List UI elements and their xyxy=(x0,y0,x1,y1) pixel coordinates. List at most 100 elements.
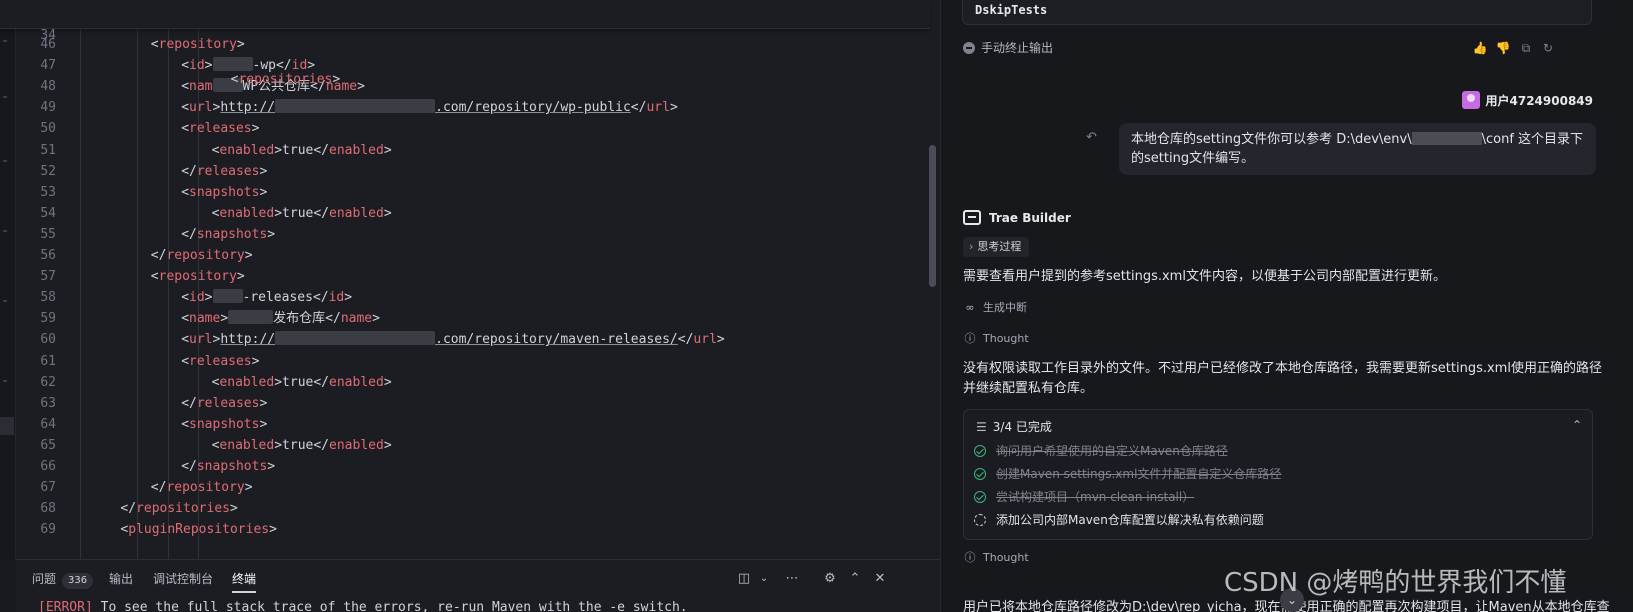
maximize-panel-icon[interactable]: ⌃ xyxy=(845,568,865,590)
code-line[interactable]: 53 <snapshots> xyxy=(0,182,930,204)
terminal-error-text: To see the full stack trace of the error… xyxy=(92,600,688,612)
line-number: 49 xyxy=(40,100,56,116)
line-number: 50 xyxy=(40,121,56,137)
user-header: 用户4724900849 xyxy=(1461,90,1593,110)
assistant-paragraph: 没有权限读取工作目录外的文件。不过用户已经修改了本地仓库路径，我需要更新sett… xyxy=(963,361,1602,396)
xml-tag-name: snapshots xyxy=(189,184,260,200)
code-line[interactable]: 50 <releases> xyxy=(0,118,930,140)
code-line[interactable]: 59 <name> 发布仓库</name> xyxy=(0,308,930,330)
settings-sliders-icon[interactable]: ⚙ xyxy=(820,568,840,590)
task-list-header[interactable]: ☰ 3/4 已完成 xyxy=(976,418,1052,435)
code-token: < xyxy=(181,121,190,137)
assistant-header: Trae Builder xyxy=(963,207,1071,227)
code-editor[interactable]: 34 <repositories> 46 <repository> 47 <id> -w… xyxy=(0,0,940,559)
code-line[interactable]: 47 <id> -wp</id> xyxy=(0,55,930,77)
code-token: -releases</ xyxy=(242,290,329,306)
thought-toggle[interactable]: ⓘ Thought xyxy=(963,330,1029,348)
code-line[interactable]: 52 </releases> xyxy=(0,161,930,183)
code-line[interactable]: 57 <repository> xyxy=(0,266,930,288)
sticky-scroll-header[interactable]: 34 <repositories> xyxy=(0,0,930,87)
code-token: < xyxy=(150,37,159,52)
code-token: > xyxy=(383,437,392,453)
line-number: 64 xyxy=(40,416,56,432)
tab-problems[interactable]: 问题 336 xyxy=(32,568,94,590)
code-token: < xyxy=(181,311,190,327)
close-panel-icon[interactable]: ✕ xyxy=(870,568,890,590)
code-token: < xyxy=(181,290,190,306)
xml-tag-name: name xyxy=(340,311,373,327)
line-number: 62 xyxy=(40,374,56,390)
code-token: </ xyxy=(181,459,197,474)
code-text: </repository> xyxy=(151,477,253,499)
terminal-output-line: [ERROR] To see the full stack trace of t… xyxy=(38,600,688,612)
code-line[interactable]: 51 <enabled>true</enabled> xyxy=(0,140,930,162)
code-token: > xyxy=(383,374,392,390)
info-icon: ⓘ xyxy=(964,551,976,564)
xml-tag-name: repository xyxy=(166,480,245,496)
code-text: <id> -releases</id> xyxy=(181,287,352,309)
undo-icon[interactable]: ↶ xyxy=(1086,130,1097,145)
tab-debug-console[interactable]: 调试控制台 xyxy=(153,568,213,590)
code-text: <name> 发布仓库</name> xyxy=(181,308,380,330)
code-line[interactable]: 49 <url>http://.com/repository/wp-public<… xyxy=(0,97,930,119)
xml-tag-name: repository xyxy=(166,248,245,263)
code-line[interactable]: 69 <pluginRepositories> xyxy=(0,519,930,541)
more-options-icon[interactable]: ⋯ xyxy=(782,568,802,590)
code-line[interactable]: 63 </releases> xyxy=(0,393,930,415)
code-line[interactable]: 60 <url>http://.com/repository/maven-rele… xyxy=(0,329,930,351)
code-token: > xyxy=(229,501,238,517)
command-text: DskipTests xyxy=(975,3,1048,17)
code-line[interactable]: 68 </repositories> xyxy=(0,498,930,520)
line-number: 67 xyxy=(40,480,56,496)
collapse-icon[interactable]: ⌃ xyxy=(1572,418,1582,432)
stop-output-button[interactable]: 手动终止输出 xyxy=(963,39,1053,57)
tab-output[interactable]: 输出 xyxy=(109,568,133,590)
thumbs-down-icon[interactable]: 👎 xyxy=(1495,40,1511,56)
code-line[interactable]: 67 </repository> xyxy=(0,477,930,499)
code-token: > xyxy=(244,480,253,496)
tab-problems-label: 问题 xyxy=(32,572,57,586)
code-text: <url>http://.com/repository/maven-releas… xyxy=(181,329,725,351)
xml-tag-name: url xyxy=(693,332,717,348)
ai-chat-panel: DskipTests 手动终止输出 👍 👎 ⧉ ↻ 用户4724900849 ↶… xyxy=(940,0,1633,612)
code-line[interactable]: 58 <id> -releases</id> xyxy=(0,287,930,309)
thumbs-up-icon[interactable]: 👍 xyxy=(1472,40,1488,56)
code-token: > xyxy=(220,311,229,327)
tab-terminal[interactable]: 终端 xyxy=(232,568,257,593)
code-line[interactable]: 64 <snapshots> xyxy=(0,414,930,436)
xml-tag-name: enabled xyxy=(219,374,275,390)
code-line[interactable]: 56 </repository> xyxy=(0,245,930,267)
split-panel-icon[interactable]: ◫ xyxy=(734,568,754,590)
code-token: > xyxy=(383,205,392,221)
code-token: > xyxy=(372,311,380,327)
code-line[interactable]: 61 <releases> xyxy=(0,351,930,373)
list-icon: ☰ xyxy=(976,420,987,434)
xml-tag-name: enabled xyxy=(219,437,275,453)
code-line[interactable]: 46 <repository> xyxy=(0,34,930,56)
code-token: > xyxy=(383,142,392,158)
code-line[interactable]: 66 </snapshots> xyxy=(0,456,930,478)
xml-tag-name: repository xyxy=(158,269,237,285)
code-token: > xyxy=(357,79,365,95)
watermark: CSDN @烤鸭的世界我们不懂 xyxy=(1224,568,1567,598)
thinking-process-toggle[interactable]: › 思考过程 xyxy=(963,237,1030,257)
code-line[interactable]: 55 </snapshots> xyxy=(0,224,930,246)
code-line[interactable]: 62 <enabled>true</enabled> xyxy=(0,372,930,394)
code-line[interactable]: 65 <enabled>true</enabled> xyxy=(0,435,930,457)
chevron-down-icon[interactable]: ⌄ xyxy=(754,568,774,590)
retry-icon[interactable]: ↻ xyxy=(1540,40,1556,56)
code-token: < xyxy=(181,332,190,348)
code-text: <enabled>true</enabled> xyxy=(212,372,392,394)
code-token: > xyxy=(274,142,283,158)
code-line[interactable]: 48 <nam WP公共仓库</name> xyxy=(0,76,930,98)
editor-scrollbar[interactable] xyxy=(929,145,936,287)
code-line[interactable]: 54 <enabled>true</enabled> xyxy=(0,203,930,225)
code-token: < xyxy=(181,416,190,432)
assistant-paragraph: 需要查看用户提到的参考settings.xml文件内容，以便基于公司内部配置进行… xyxy=(963,269,1446,284)
thought-toggle[interactable]: ⓘ Thought xyxy=(963,549,1029,567)
copy-icon[interactable]: ⧉ xyxy=(1518,40,1534,56)
code-token: > xyxy=(251,121,260,137)
code-text: <releases> xyxy=(181,118,259,140)
xml-tag-name: releases xyxy=(196,163,260,179)
xml-tag-name: name xyxy=(189,311,221,327)
